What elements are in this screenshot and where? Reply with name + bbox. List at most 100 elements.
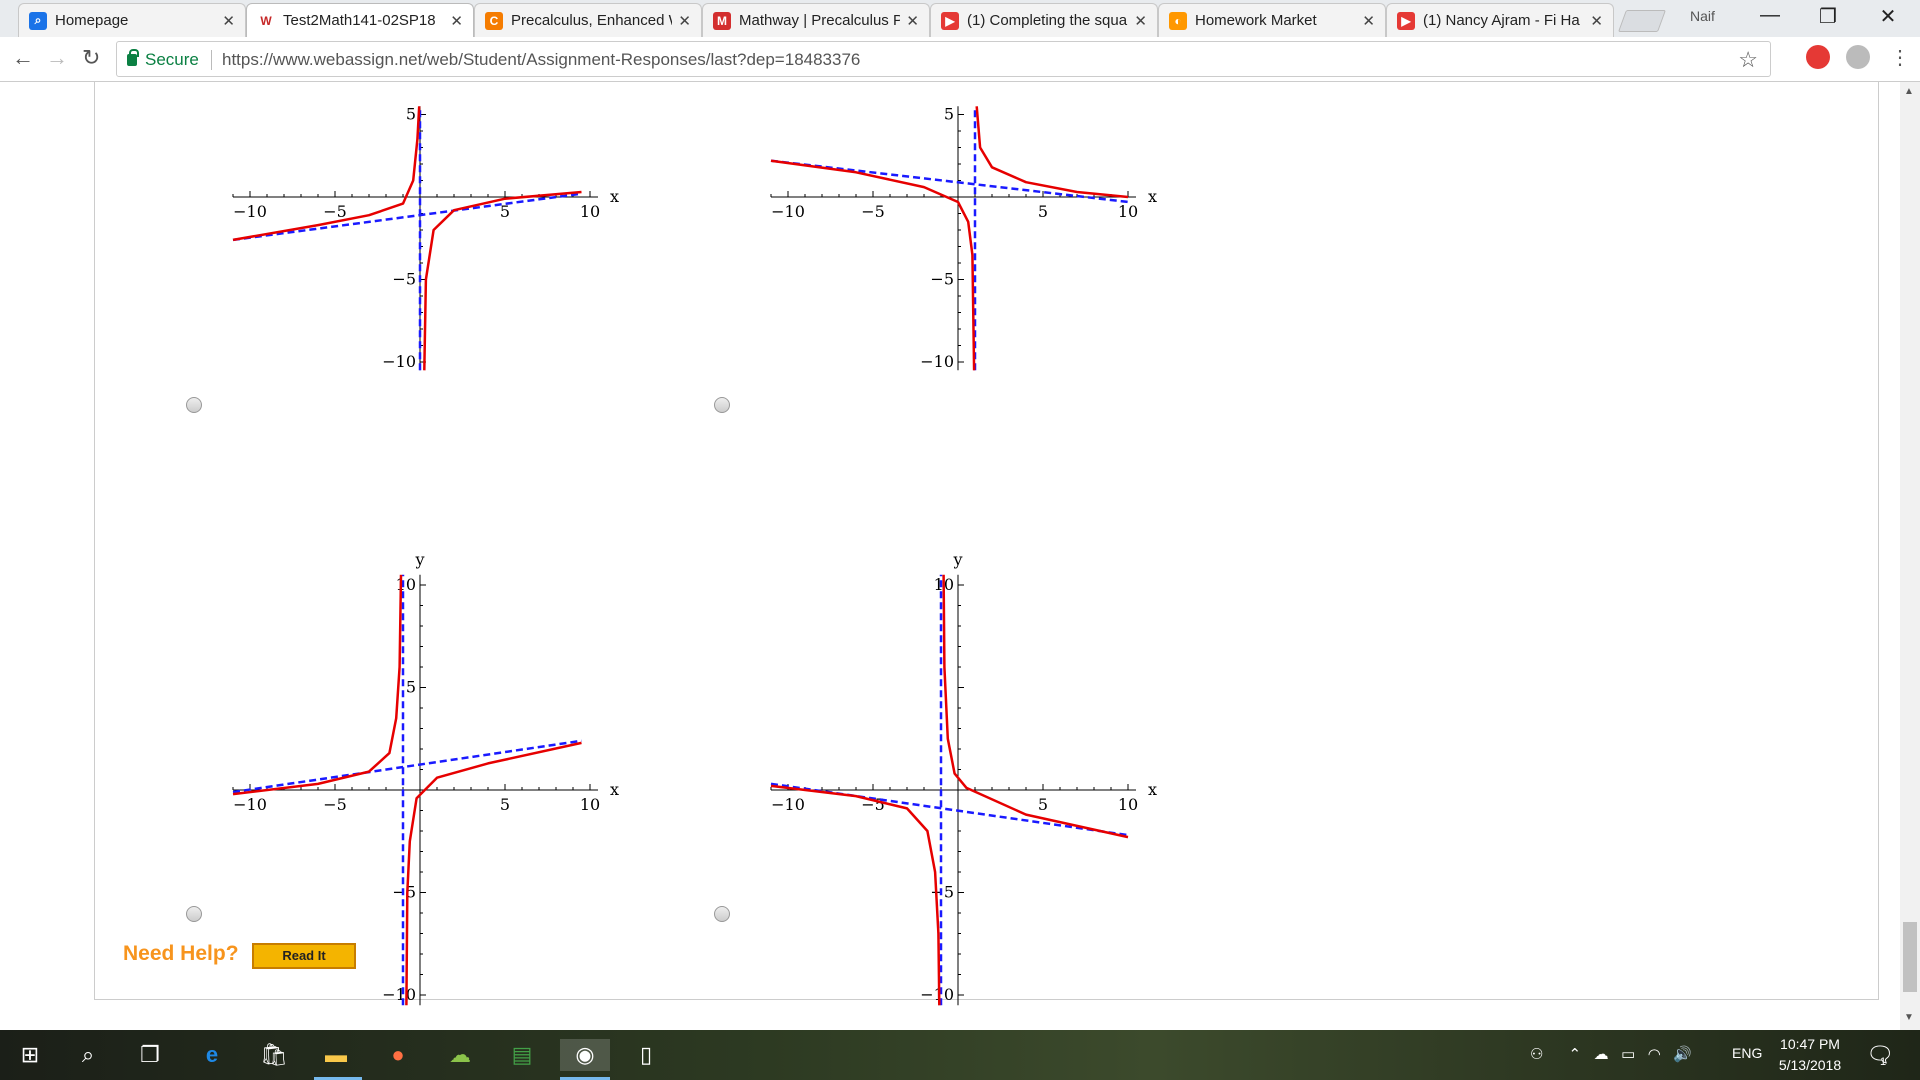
bookmark-star-icon[interactable]: ☆	[1738, 47, 1758, 73]
homework-market-icon: ◐	[1169, 11, 1187, 30]
clock[interactable]: 10:47 PM 5/13/2018	[1760, 1034, 1860, 1076]
x-tick-label: 10	[1118, 795, 1138, 814]
close-icon[interactable]: ✕	[906, 12, 919, 30]
y-tick-label: −10	[920, 352, 954, 371]
tab-mathway[interactable]: M Mathway | Precalculus P ✕	[702, 3, 930, 37]
tab-title: Test2Math141-02SP18	[283, 12, 436, 29]
youtube-icon: ▶	[941, 11, 959, 30]
volume-icon[interactable]: 🔊	[1673, 1046, 1692, 1063]
system-tray-icons[interactable]: ⚇ ⌃ ☁ ▭ ◠ 🔊	[1530, 1045, 1692, 1063]
url-text[interactable]: https://www.webassign.net/web/Student/As…	[222, 50, 860, 70]
close-icon[interactable]: ✕	[222, 12, 235, 30]
close-icon[interactable]: ✕	[450, 12, 463, 30]
clock-time: 10:47 PM	[1780, 1036, 1840, 1052]
y-tick-label: −10	[382, 352, 416, 371]
page-content: −10 −5 5 10 5 −5 −10 x −10 −5 5 10 5 −5 −10 x −10 −5 5 10…	[0, 82, 1920, 1030]
people-icon[interactable]: ⚇	[1530, 1046, 1543, 1063]
graph-c-svg: −10−5510105−5−10xy	[232, 550, 619, 1006]
chrome-icon[interactable]: ◉	[560, 1039, 610, 1071]
minimize-icon[interactable]: —	[1750, 4, 1790, 27]
search-icon[interactable]: ⌕	[72, 1039, 104, 1071]
tab-homepage[interactable]: ⌕ Homepage ✕	[18, 3, 246, 37]
security-indicator[interactable]: Secure	[127, 49, 199, 70]
x-axis-label: x	[610, 187, 619, 206]
tab-webassign[interactable]: W Test2Math141-02SP18 ✕	[246, 3, 474, 37]
store-icon[interactable]: 🛍	[258, 1039, 290, 1071]
tab-youtube-completing[interactable]: ▶ (1) Completing the squa ✕	[930, 3, 1158, 37]
document-icon[interactable]: ▯	[630, 1039, 662, 1071]
notes-icon[interactable]: ▤	[506, 1039, 538, 1071]
radio-option-b[interactable]	[714, 397, 730, 413]
curve-right-branch	[942, 574, 1129, 839]
scroll-thumb[interactable]	[1903, 922, 1917, 992]
graph-b: −10 −5 5 10 5 −5 −10 x	[718, 82, 1188, 417]
y-tick-label: 5	[406, 678, 416, 697]
chevron-up-icon[interactable]: ⌃	[1568, 1046, 1581, 1063]
y-tick-label: 10	[396, 575, 416, 594]
onedrive-icon[interactable]: ☁	[1594, 1046, 1609, 1063]
x-axis-label: x	[1148, 187, 1157, 206]
tab-title: Mathway | Precalculus P	[739, 12, 901, 29]
close-icon[interactable]: ✕	[1362, 12, 1375, 30]
task-view-icon[interactable]: ❐	[134, 1039, 166, 1071]
tab-youtube-nancy[interactable]: ▶ (1) Nancy Ajram - Fi Ha ✕	[1386, 3, 1614, 37]
forward-icon[interactable]: →	[46, 45, 68, 71]
read-it-button[interactable]: Read It	[252, 943, 356, 969]
menu-kebab-icon[interactable]: ⋮	[1890, 45, 1910, 70]
graph-a-svg: −10 −5 5 105−5−10x	[232, 105, 619, 371]
x-tick-label: 5	[1038, 202, 1048, 221]
x-tick-label: 10	[580, 202, 600, 221]
edge-icon[interactable]: e	[196, 1039, 228, 1071]
radio-option-d[interactable]	[714, 906, 730, 922]
battery-icon[interactable]: ▭	[1621, 1046, 1635, 1063]
x-tick-label: −10	[233, 795, 267, 814]
tab-homework-market[interactable]: ◐ Homework Market ✕	[1158, 3, 1386, 37]
wifi-icon[interactable]: ◠	[1648, 1046, 1661, 1063]
secure-label: Secure	[145, 50, 199, 69]
graph-a: −10 −5 5 10 5 −5 −10 x	[190, 82, 660, 417]
extension-icon[interactable]	[1806, 45, 1830, 69]
x-tick-label: −10	[233, 202, 267, 221]
y-axis-label: y	[414, 550, 424, 569]
tab-precalculus[interactable]: C Precalculus, Enhanced W ✕	[474, 3, 702, 37]
firefox-icon[interactable]: ●	[382, 1039, 414, 1071]
close-window-icon[interactable]: ✕	[1868, 4, 1908, 29]
new-tab-button[interactable]	[1617, 10, 1667, 32]
windows-start-icon[interactable]: ⊞	[14, 1039, 46, 1071]
notification-icon[interactable]: 🗨 1	[1866, 1042, 1894, 1068]
mathway-icon: M	[713, 11, 731, 30]
x-tick-label: 10	[1118, 202, 1138, 221]
file-explorer-icon[interactable]: ▬	[320, 1039, 352, 1071]
graph-c: −10−5510105−5−10xy	[190, 462, 660, 1006]
y-tick-label: 5	[944, 105, 954, 124]
restore-icon[interactable]: ❐	[1808, 4, 1848, 29]
close-icon[interactable]: ✕	[1590, 12, 1603, 30]
app-icon[interactable]: ☁	[444, 1039, 476, 1071]
toolbar: ← → ↻ Secure https://www.webassign.net/w…	[0, 37, 1920, 82]
cengage-icon: C	[485, 11, 503, 30]
y-tick-label: 5	[406, 105, 416, 124]
close-icon[interactable]: ✕	[678, 12, 691, 30]
radio-option-c[interactable]	[186, 906, 202, 922]
x-tick-label: 10	[580, 795, 600, 814]
scroll-up-icon[interactable]: ▲	[1904, 86, 1914, 97]
language-indicator[interactable]: ENG	[1732, 1045, 1762, 1061]
address-bar[interactable]: Secure https://www.webassign.net/web/Stu…	[116, 41, 1771, 77]
curve-right-branch	[975, 106, 1129, 199]
graph-d: −10−551010−5−10xy	[718, 462, 1188, 1006]
back-icon[interactable]: ←	[12, 45, 34, 71]
radio-option-a[interactable]	[186, 397, 202, 413]
divider	[211, 50, 212, 70]
profile-name[interactable]: Naif	[1690, 8, 1715, 24]
y-tick-label: −10	[382, 985, 416, 1004]
curve-left-branch	[232, 574, 403, 796]
scrollbar[interactable]: ▲ ▼	[1900, 82, 1920, 1030]
graph-b-svg: −10 −5 5 10 5 −5 −10 x	[770, 105, 1157, 371]
skype-extension-icon[interactable]	[1846, 45, 1870, 69]
tab-title: Homework Market	[1195, 12, 1317, 29]
scroll-down-icon[interactable]: ▼	[1904, 1012, 1914, 1023]
reload-icon[interactable]: ↻	[82, 45, 100, 71]
close-icon[interactable]: ✕	[1134, 12, 1147, 30]
tab-title: Precalculus, Enhanced W	[511, 12, 673, 29]
x-axis-label: x	[1148, 780, 1157, 799]
